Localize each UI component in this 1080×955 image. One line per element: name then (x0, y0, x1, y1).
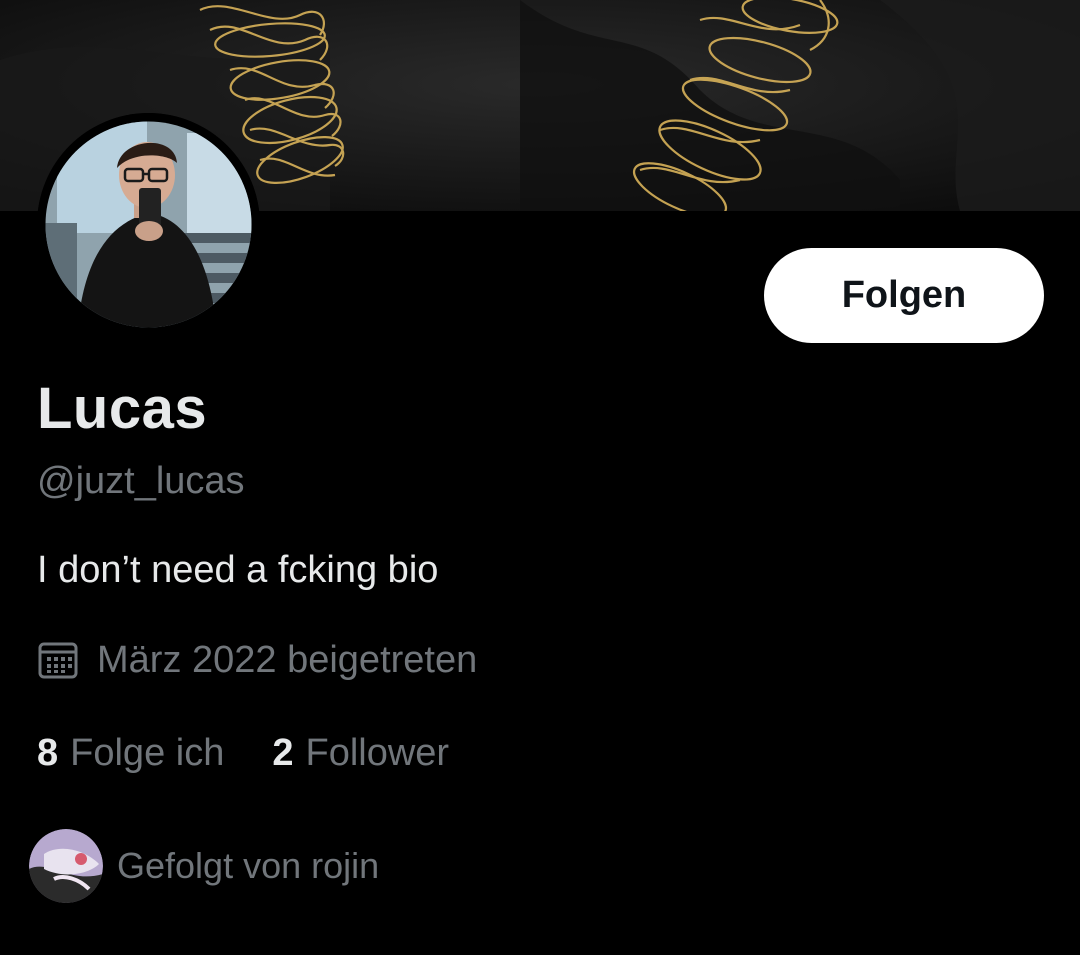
profile-avatar[interactable] (37, 113, 260, 336)
followers-count: 2 (272, 731, 294, 774)
followed-by[interactable]: Gefolgt von rojin (29, 829, 379, 903)
calendar-icon (37, 639, 79, 681)
following-count: 8 (37, 731, 59, 774)
user-handle: @juzt_lucas (37, 460, 245, 502)
followers-label: Follower (305, 731, 450, 774)
display-name: Lucas (37, 376, 208, 441)
join-date-text: März 2022 beigetreten (97, 638, 478, 681)
following-label: Folge ich (70, 731, 225, 774)
join-date: März 2022 beigetreten (37, 637, 477, 683)
follow-button[interactable]: Folgen (764, 248, 1044, 343)
profile-stats: 8 Folge ich 2 Follower (37, 730, 449, 776)
avatar-image (37, 113, 260, 336)
followed-by-text: Gefolgt von rojin (117, 845, 380, 886)
followers-link[interactable]: 2 Follower (272, 732, 449, 775)
follower-avatar (29, 829, 103, 903)
following-link[interactable]: 8 Folge ich (37, 732, 224, 775)
profile-bio: I don’t need a fcking bio (37, 549, 439, 591)
